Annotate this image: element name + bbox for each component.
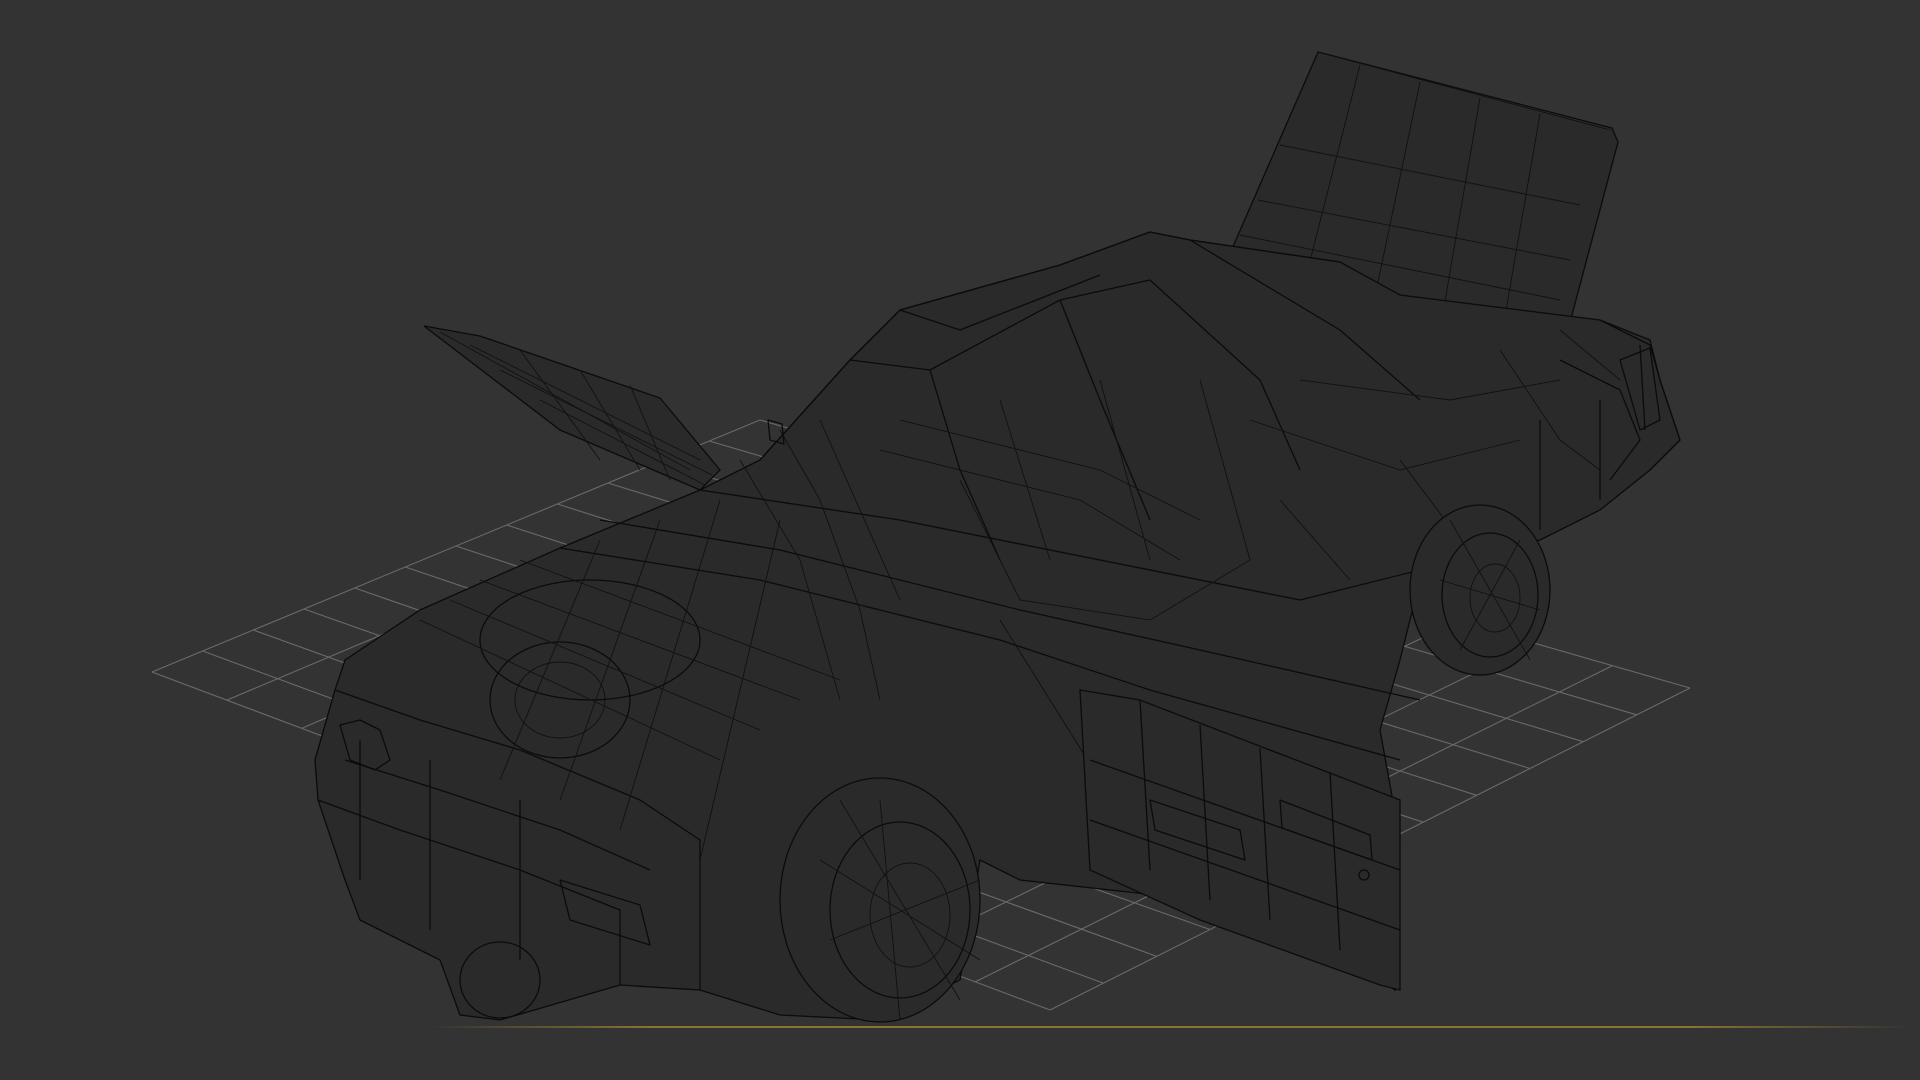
car-wireframe[interactable] bbox=[314, 51, 1681, 1023]
rear-wheel[interactable] bbox=[1409, 504, 1551, 676]
timeline-accent-line bbox=[430, 1026, 1910, 1028]
viewport-canvas[interactable] bbox=[0, 0, 1920, 1080]
front-wheel[interactable] bbox=[779, 777, 981, 1023]
3d-viewport[interactable] bbox=[0, 0, 1920, 1080]
hood[interactable] bbox=[423, 325, 721, 491]
